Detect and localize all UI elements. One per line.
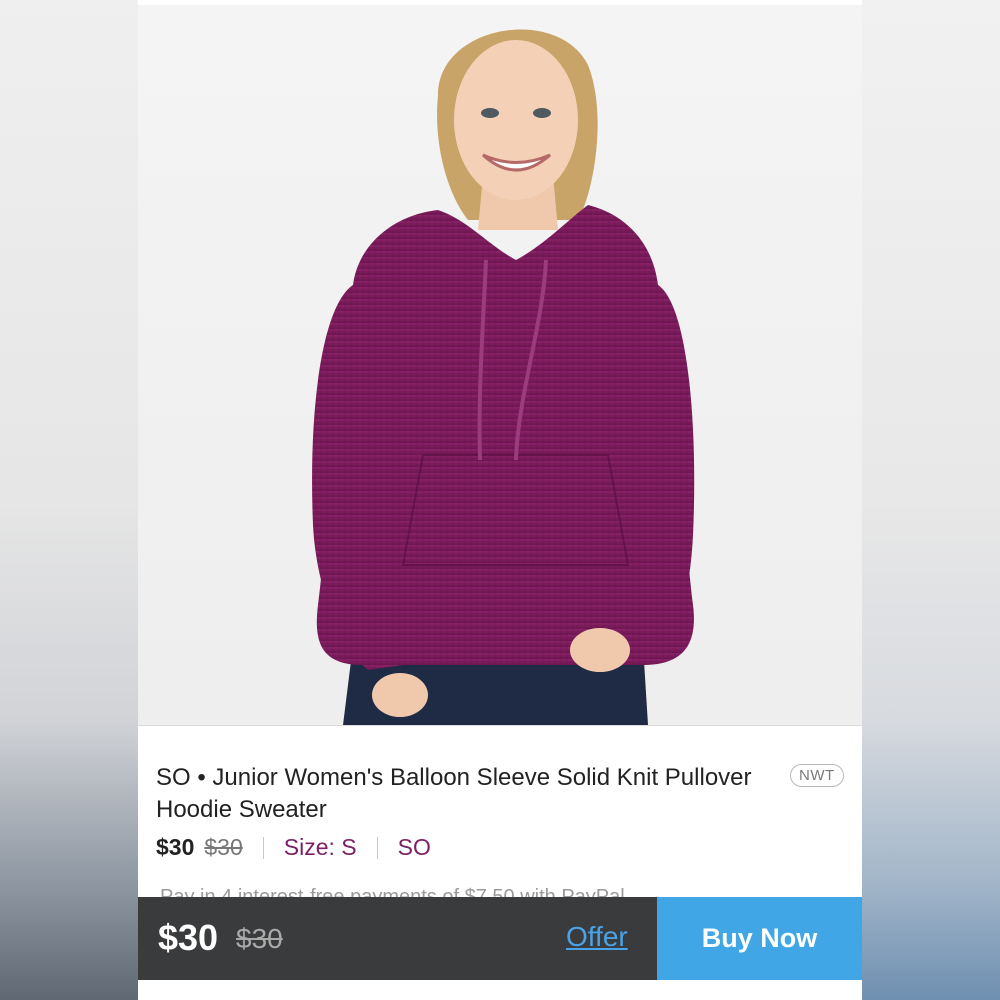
divider — [262, 836, 264, 859]
listing-info: SO • Junior Women's Balloon Sleeve Solid… — [138, 726, 862, 908]
condition-badge: NWT — [790, 764, 844, 787]
offer-button[interactable]: Offer — [566, 921, 628, 953]
bottom-price: $30 — [158, 917, 219, 958]
bottom-original-price: $30 — [236, 923, 283, 954]
blurred-backdrop-right — [861, 0, 1000, 1000]
blurred-backdrop-left — [0, 0, 138, 1000]
listing-title[interactable]: SO • Junior Women's Balloon Sleeve Solid… — [156, 762, 756, 826]
brand-link[interactable]: SO — [398, 834, 431, 861]
page-footer-strip — [138, 980, 862, 1000]
purchase-bar: $30 $30 Offer Buy Now — [138, 897, 862, 980]
divider — [376, 836, 378, 859]
buy-now-button[interactable]: Buy Now — [657, 897, 862, 980]
price-row: $30 $30 Size: S SO — [156, 834, 451, 861]
size-link[interactable]: Size: S — [284, 834, 357, 861]
listing-original-price: $30 — [204, 834, 243, 860]
product-photo[interactable] — [138, 5, 862, 726]
product-photo-illustration — [312, 29, 695, 725]
listing-screen: SO • Junior Women's Balloon Sleeve Solid… — [138, 0, 862, 1000]
listing-price: $30 — [156, 834, 195, 860]
